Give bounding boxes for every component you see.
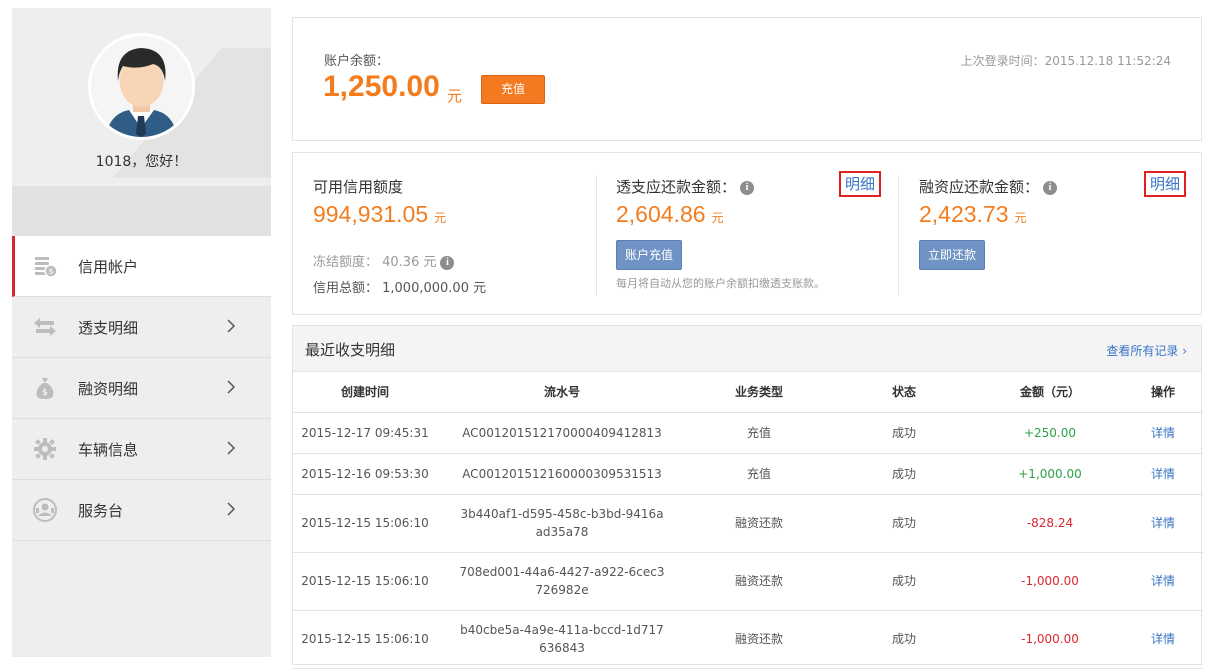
column-header: 业务类型 (687, 372, 831, 413)
svg-text:$: $ (42, 388, 48, 398)
available-credit-title: 可用信用额度 (313, 178, 404, 196)
table-header-row: 创建时间 流水号 业务类型 状态 金额（元） 操作 (293, 372, 1203, 413)
cell-serial: 3b440af1-d595-458c-b3bd-9416aad35a78 (437, 494, 687, 553)
info-icon[interactable]: i (740, 180, 755, 195)
transfer-arrows-icon (32, 314, 58, 340)
table-row: 2015-12-17 09:45:31 AC001201512170000409… (293, 412, 1203, 454)
user-avatar-icon (91, 36, 192, 137)
details-link[interactable]: 详情 (1123, 494, 1203, 553)
transactions-table: 创建时间 流水号 业务类型 状态 金额（元） 操作 2015-12-17 09:… (293, 372, 1203, 669)
column-header: 操作 (1123, 372, 1203, 413)
cell-amount: +250.00 (977, 412, 1123, 454)
money-bag-icon: $ (32, 375, 58, 401)
overdraft-detail-link[interactable]: 明细 (839, 171, 881, 197)
sidebar-item-credit-account[interactable]: $ 信用帐户 (12, 236, 271, 297)
column-header: 流水号 (437, 372, 687, 413)
sidebar: 1018，您好！ $ 信用帐户 透支明细 $ 融资明细 车辆信息 服务台 (12, 8, 271, 657)
balance-unit: 元 (447, 87, 463, 105)
total-credit: 信用总额： 1,000,000.00 元 (313, 281, 487, 296)
column-header: 状态 (831, 372, 977, 413)
cell-status: 成功 (831, 494, 977, 553)
chevron-right-icon (227, 502, 236, 516)
financing-detail-link[interactable]: 明细 (1144, 171, 1186, 197)
profile-panel: 1018，您好！ (12, 8, 271, 186)
cell-status: 成功 (831, 552, 977, 611)
last-login-time: 上次登录时间：2015.12.18 11:52:24 (960, 54, 1171, 68)
details-link[interactable]: 详情 (1123, 453, 1203, 495)
sidebar-item-label: 融资明细 (78, 379, 139, 398)
account-recharge-button[interactable]: 账户充值 (616, 240, 683, 270)
financing-title: 融资应还款金额： i (919, 176, 1058, 197)
repay-now-button[interactable]: 立即还款 (919, 240, 986, 270)
info-icon[interactable]: i (1043, 180, 1058, 195)
cell-serial: AC00120151216000030953151​3 (437, 453, 687, 495)
financing-amount: 2,423.73 元 (919, 201, 1027, 227)
overdraft-amount: 2,604.86 元 (616, 201, 724, 227)
info-icon[interactable]: i (440, 255, 455, 270)
cell-type: 充值 (687, 453, 831, 495)
overdraft-note: 每月将自动从您的账户余额扣缴透支账款。 (616, 277, 825, 290)
chevron-right-icon (227, 441, 236, 455)
financing-section: 融资应还款金额： i 2,423.73 元 明细 立即还款 (919, 153, 1189, 316)
balance-label: 账户余额： (324, 54, 390, 69)
sidebar-item-vehicle-info[interactable]: 车辆信息 (12, 419, 271, 480)
cell-status: 成功 (831, 412, 977, 454)
available-credit-amount: 994,931.05 元 (313, 201, 447, 227)
transactions-title: 最近收支明细 (305, 341, 396, 359)
column-header: 创建时间 (293, 372, 437, 413)
cell-time: 2015-12-17 09:45:31 (293, 412, 437, 454)
cell-amount: -1,000.00 (977, 552, 1123, 611)
chevron-right-icon (227, 319, 236, 333)
gear-icon (32, 436, 58, 462)
transactions-header: 最近收支明细 查看所有记录 › (293, 326, 1201, 372)
cell-status: 成功 (831, 453, 977, 495)
recent-transactions-panel: 最近收支明细 查看所有记录 › 创建时间 流水号 业务类型 状态 金额（元） 操… (292, 325, 1203, 669)
sidebar-item-label: 透支明细 (78, 318, 139, 337)
cell-serial: b40cbe5a-4a9e-411a-bccd-1d717636843 (437, 610, 687, 669)
details-link[interactable]: 详情 (1123, 552, 1203, 611)
balance-card: 账户余额： 1,250.00 元 充值 上次登录时间：2015.12.18 11… (292, 17, 1202, 141)
cell-time: 2015-12-15 15:06:10 (293, 494, 437, 553)
sidebar-item-label: 车辆信息 (78, 440, 139, 459)
table-row: 2015-12-15 15:06:10 708ed001-44a6-4427-a… (293, 552, 1203, 611)
cell-type: 融资还款 (687, 494, 831, 553)
table-row: 2015-12-15 15:06:10 3b440af1-d595-458c-b… (293, 494, 1203, 553)
cell-type: 融资还款 (687, 610, 831, 669)
cell-time: 2015-12-15 15:06:10 (293, 610, 437, 669)
cell-serial: AC00120151217000040941281​3 (437, 412, 687, 454)
recharge-button[interactable]: 充值 (481, 75, 545, 104)
table-row: 2015-12-15 15:06:10 b40cbe5a-4a9e-411a-b… (293, 610, 1203, 669)
sidebar-item-label: 服务台 (78, 501, 124, 520)
greeting-text: 1018，您好！ (95, 154, 188, 170)
sidebar-item-label: 信用帐户 (78, 257, 139, 276)
cell-amount: +1,000.00 (977, 453, 1123, 495)
available-credit-section: 可用信用额度 994,931.05 元 冻结额度： 40.36 元i 信用总额： … (313, 153, 593, 316)
credit-summary-card: 可用信用额度 994,931.05 元 冻结额度： 40.36 元i 信用总额： … (292, 152, 1202, 315)
cell-amount: -1,000.00 (977, 610, 1123, 669)
overdraft-title: 透支应还款金额： i (616, 176, 755, 197)
cell-time: 2015-12-15 15:06:10 (293, 552, 437, 611)
chevron-right-icon (227, 380, 236, 394)
coins-icon: $ (32, 253, 58, 279)
cell-serial: 708ed001-44a6-4427-a922-6cec3726982e (437, 552, 687, 611)
avatar[interactable] (88, 33, 195, 140)
cell-amount: -828.24 (977, 494, 1123, 553)
sidebar-item-service-desk[interactable]: 服务台 (12, 480, 271, 541)
service-person-icon (32, 497, 58, 523)
details-link[interactable]: 详情 (1123, 610, 1203, 669)
details-link[interactable]: 详情 (1123, 412, 1203, 454)
cell-type: 融资还款 (687, 552, 831, 611)
sidebar-item-financing-detail[interactable]: $ 融资明细 (12, 358, 271, 419)
cell-status: 成功 (831, 610, 977, 669)
column-header: 金额（元） (977, 372, 1123, 413)
svg-text:$: $ (48, 267, 53, 276)
frozen-credit: 冻结额度： 40.36 元i (313, 251, 455, 270)
sidebar-item-overdraft-detail[interactable]: 透支明细 (12, 297, 271, 358)
cell-type: 充值 (687, 412, 831, 454)
overdraft-section: 透支应还款金额： i 2,604.86 元 明细 账户充值 每月将自动从您的账户余额… (616, 153, 886, 316)
table-row: 2015-12-16 09:53:30 AC001201512160000309… (293, 453, 1203, 495)
cell-time: 2015-12-16 09:53:30 (293, 453, 437, 495)
balance-amount: 1,250.00 (323, 70, 440, 103)
view-all-records-link[interactable]: 查看所有记录 › (1106, 342, 1187, 359)
